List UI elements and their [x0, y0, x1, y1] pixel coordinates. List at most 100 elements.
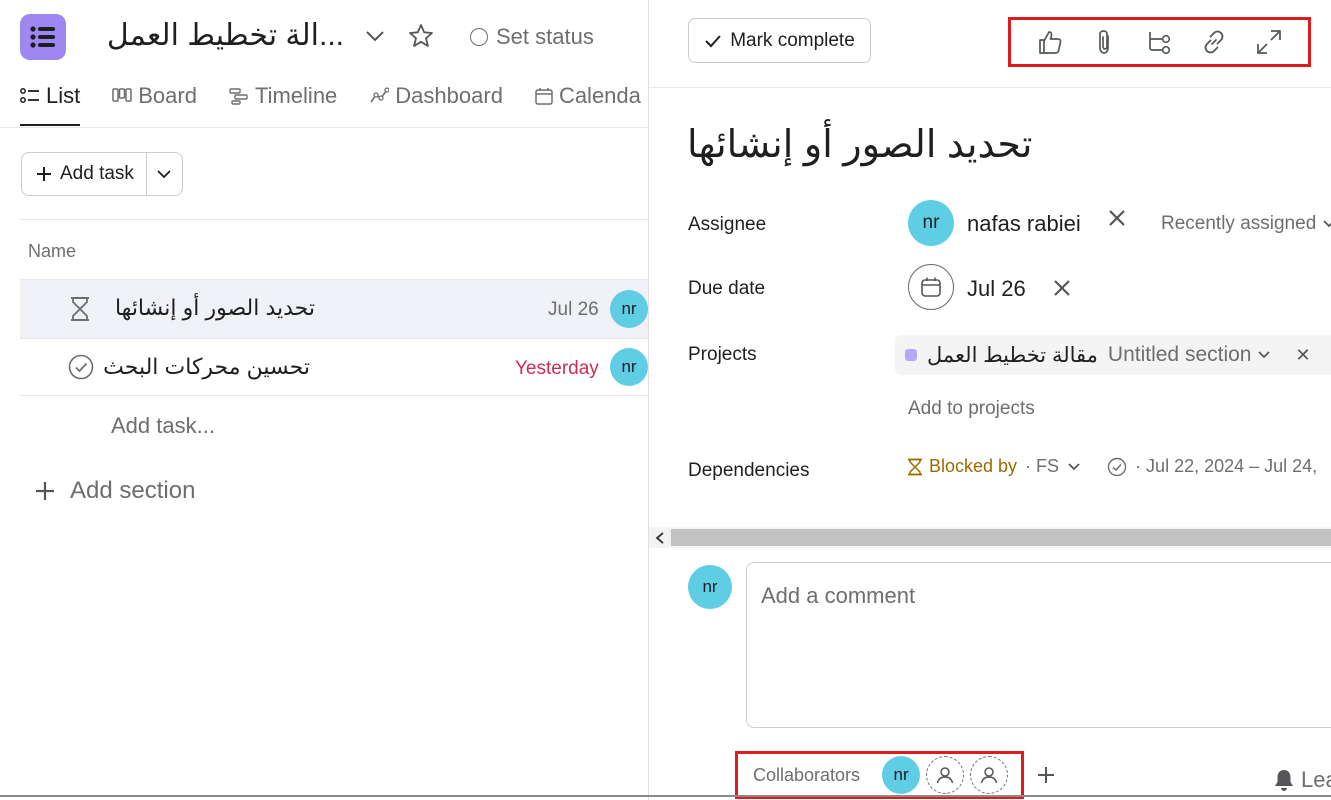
add-section-button[interactable]: Add section	[34, 477, 195, 505]
expand-icon[interactable]	[1255, 28, 1283, 56]
task-due-date[interactable]: Yesterday	[515, 358, 599, 380]
clear-due-date-close-icon[interactable]	[1052, 278, 1072, 298]
header-divider	[20, 219, 648, 220]
tabs-divider	[0, 127, 648, 128]
project-name[interactable]: مقالة تخطيط العمل	[927, 343, 1098, 368]
collaborators-bar: Collaborators nr	[735, 751, 1024, 799]
task-toolbar	[1008, 17, 1311, 67]
blocked-by-label: Blocked by	[929, 456, 1018, 476]
mark-complete-button[interactable]: Mark complete	[688, 18, 871, 63]
hourglass-icon	[908, 458, 922, 475]
recently-assigned-label: Recently assigned	[1161, 213, 1317, 234]
check-circle-icon[interactable]	[68, 354, 94, 380]
chevron-down-icon	[157, 170, 171, 179]
project-list-panel: ...الة تخطيط العمل Set status List Board…	[0, 0, 648, 800]
board-icon	[112, 88, 132, 102]
view-tabs: List Board Timeline Dashboard Calenda	[20, 80, 641, 112]
tab-dashboard[interactable]: Dashboard	[369, 80, 503, 112]
blocked-by-badge[interactable]: Blocked by	[907, 456, 1017, 477]
project-list-icon[interactable]	[20, 14, 66, 60]
task-name[interactable]: تحديد الصور أو إنشائها	[109, 295, 315, 321]
check-circle-icon	[1107, 457, 1127, 476]
due-date-label: Due date	[688, 278, 766, 299]
star-icon[interactable]	[407, 22, 435, 50]
comment-input[interactable]: Add a comment	[746, 562, 1331, 728]
avatar[interactable]: nr	[908, 200, 954, 246]
calendar-icon[interactable]	[908, 264, 954, 310]
tab-calendar[interactable]: Calenda	[535, 80, 641, 112]
tab-label: List	[46, 83, 81, 108]
tab-label: Board	[138, 83, 197, 108]
add-task-button[interactable]: Add task	[22, 153, 147, 195]
chevron-down-icon	[1323, 220, 1331, 228]
add-task-inline[interactable]: Add task...	[111, 413, 215, 439]
section-dropdown[interactable]: Untitled section	[1108, 343, 1272, 367]
avatar[interactable]: nr	[688, 565, 732, 609]
leave-task-button[interactable]: Lea	[1273, 767, 1331, 793]
hourglass-icon[interactable]	[69, 296, 91, 322]
task-row[interactable]: تحديد الصور أو إنشائها Jul 26 nr	[20, 280, 648, 338]
task-row[interactable]: تحسين محركات البحث Yesterday nr	[20, 339, 648, 397]
calendar-icon	[535, 88, 553, 105]
project-menu-chevron-icon[interactable]	[364, 28, 386, 44]
chevron-down-icon	[1258, 351, 1271, 359]
add-collaborator-user-icon[interactable]	[926, 756, 965, 794]
tab-list[interactable]: List	[20, 80, 80, 112]
tab-label: Timeline	[254, 83, 338, 108]
dependency-type[interactable]: · FS	[1025, 456, 1059, 477]
like-icon[interactable]	[1036, 28, 1064, 56]
project-pill[interactable]: مقالة تخطيط العمل Untitled section ✕	[895, 335, 1331, 375]
due-date-value[interactable]: Jul 26	[967, 276, 1026, 302]
set-status-button[interactable]: Set status	[470, 24, 594, 50]
tab-label: Calenda	[558, 83, 641, 108]
status-circle-icon	[470, 28, 488, 46]
add-collaborator-user-icon[interactable]	[970, 756, 1009, 794]
task-due-date[interactable]: Jul 26	[548, 299, 599, 321]
section-label: Untitled section	[1107, 343, 1252, 366]
scrollbar-thumb[interactable]	[671, 529, 1331, 546]
row-divider	[20, 395, 648, 396]
leave-label: Lea	[1301, 767, 1331, 792]
avatar[interactable]: nr	[610, 290, 648, 328]
column-header-name[interactable]: Name	[28, 241, 76, 262]
dependency-dates: · Jul 22, 2024 – Jul 24,	[1135, 456, 1318, 476]
toolbar-divider	[649, 87, 1331, 88]
add-task-button-group: Add task	[21, 152, 183, 196]
window-bottom-border	[0, 795, 1331, 797]
project-title[interactable]: ...الة تخطيط العمل	[87, 18, 344, 53]
list-icon	[20, 88, 39, 103]
link-icon[interactable]	[1200, 28, 1228, 56]
subtask-icon[interactable]	[1145, 28, 1173, 56]
add-task-label: Add task	[60, 163, 134, 184]
remove-assignee-close-icon[interactable]	[1107, 208, 1127, 228]
collaborators-label: Collaborators	[753, 764, 861, 785]
task-name[interactable]: تحسين محركات البحث	[103, 354, 310, 380]
tab-timeline[interactable]: Timeline	[229, 80, 337, 112]
add-to-projects-link[interactable]: Add to projects	[908, 398, 1035, 420]
chevron-down-icon[interactable]	[1067, 462, 1081, 472]
task-title[interactable]: تحديد الصور أو إنشائها	[687, 122, 1033, 167]
set-status-label: Set status	[496, 24, 594, 49]
scroll-left-icon[interactable]	[651, 527, 669, 548]
recently-assigned-dropdown[interactable]: Recently assigned	[1161, 213, 1331, 235]
add-collaborator-plus-icon[interactable]	[1036, 765, 1056, 785]
assignee-label: Assignee	[688, 214, 767, 235]
plus-icon	[36, 482, 54, 500]
remove-project-close-icon[interactable]: ✕	[1295, 345, 1310, 366]
attachment-icon[interactable]	[1091, 28, 1119, 56]
comment-placeholder: Add a comment	[761, 583, 916, 608]
tab-board[interactable]: Board	[112, 80, 197, 112]
avatar[interactable]: nr	[610, 348, 648, 386]
plus-icon	[37, 167, 51, 181]
assignee-name[interactable]: nafas rabiei	[967, 211, 1081, 237]
add-section-label: Add section	[70, 477, 196, 504]
projects-label: Projects	[688, 344, 757, 365]
add-task-dropdown[interactable]	[147, 153, 181, 195]
timeline-icon	[229, 88, 248, 105]
task-detail-panel: Mark complete تحديد الصور أو إنشائها Ass…	[649, 0, 1331, 800]
avatar[interactable]: nr	[882, 756, 921, 794]
blocking-task[interactable]: · Jul 22, 2024 – Jul 24,	[1107, 456, 1317, 477]
mark-complete-label: Mark complete	[730, 29, 855, 51]
dependency-row: Blocked by · FS · Jul 22, 2024 – Jul 24,	[907, 456, 1317, 477]
project-color-dot	[905, 349, 917, 361]
